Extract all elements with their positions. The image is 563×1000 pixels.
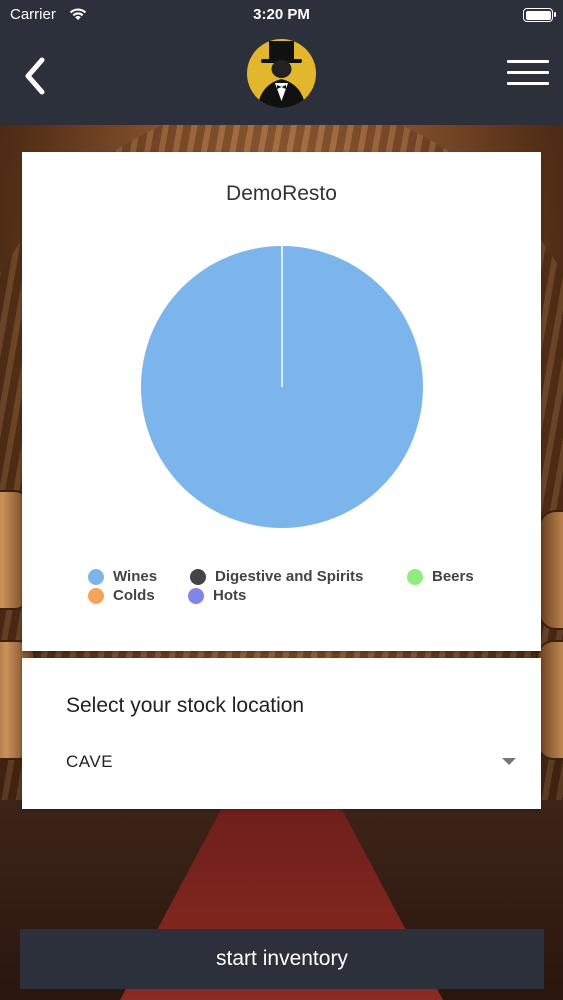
legend-dot [407, 568, 423, 585]
status-bar: Carrier 3:20 PM [0, 0, 563, 30]
pie-chart [140, 245, 424, 529]
legend-dot [190, 568, 206, 585]
legend-item-hots[interactable]: Hots [188, 587, 246, 604]
legend-label: Hots [213, 587, 247, 604]
menu-bar [507, 60, 549, 63]
chart-legend: Wines Digestive and Spirits Beers Colds … [22, 568, 541, 608]
chart-title: DemoResto [226, 182, 337, 205]
chart-card: DemoResto Wines Digestive and Spirits Be… [22, 152, 541, 651]
legend-dot [88, 568, 104, 585]
butler-logo-icon [247, 39, 316, 108]
legend-label: Wines [113, 568, 158, 585]
menu-bar [507, 82, 549, 85]
legend-item-beers[interactable]: Beers [407, 568, 474, 585]
legend-label: Digestive and Spirits [215, 568, 364, 585]
stock-location-label: Select your stock location [66, 694, 305, 717]
menu-bar [507, 71, 549, 74]
status-time: 3:20 PM [253, 6, 310, 23]
navigation-bar [0, 30, 563, 125]
stock-location-dropdown[interactable]: CAVE [66, 746, 516, 778]
legend-item-colds[interactable]: Colds [88, 587, 155, 604]
stock-location-card: Select your stock location CAVE [22, 658, 541, 809]
back-button[interactable] [18, 54, 58, 98]
selected-location-value: CAVE [66, 752, 114, 771]
legend-dot [188, 587, 204, 604]
dropdown-caret-icon [502, 758, 516, 765]
battery-icon [523, 8, 556, 22]
legend-label: Colds [113, 587, 155, 604]
legend-label: Beers [432, 568, 474, 585]
legend-dot [88, 587, 104, 604]
hamburger-menu-button[interactable] [507, 60, 549, 92]
legend-item-wines[interactable]: Wines [88, 568, 157, 585]
legend-item-digestive-and-spirits[interactable]: Digestive and Spirits [190, 568, 363, 585]
chevron-left-icon [25, 57, 45, 95]
start-inventory-button[interactable]: start inventory [20, 929, 544, 989]
